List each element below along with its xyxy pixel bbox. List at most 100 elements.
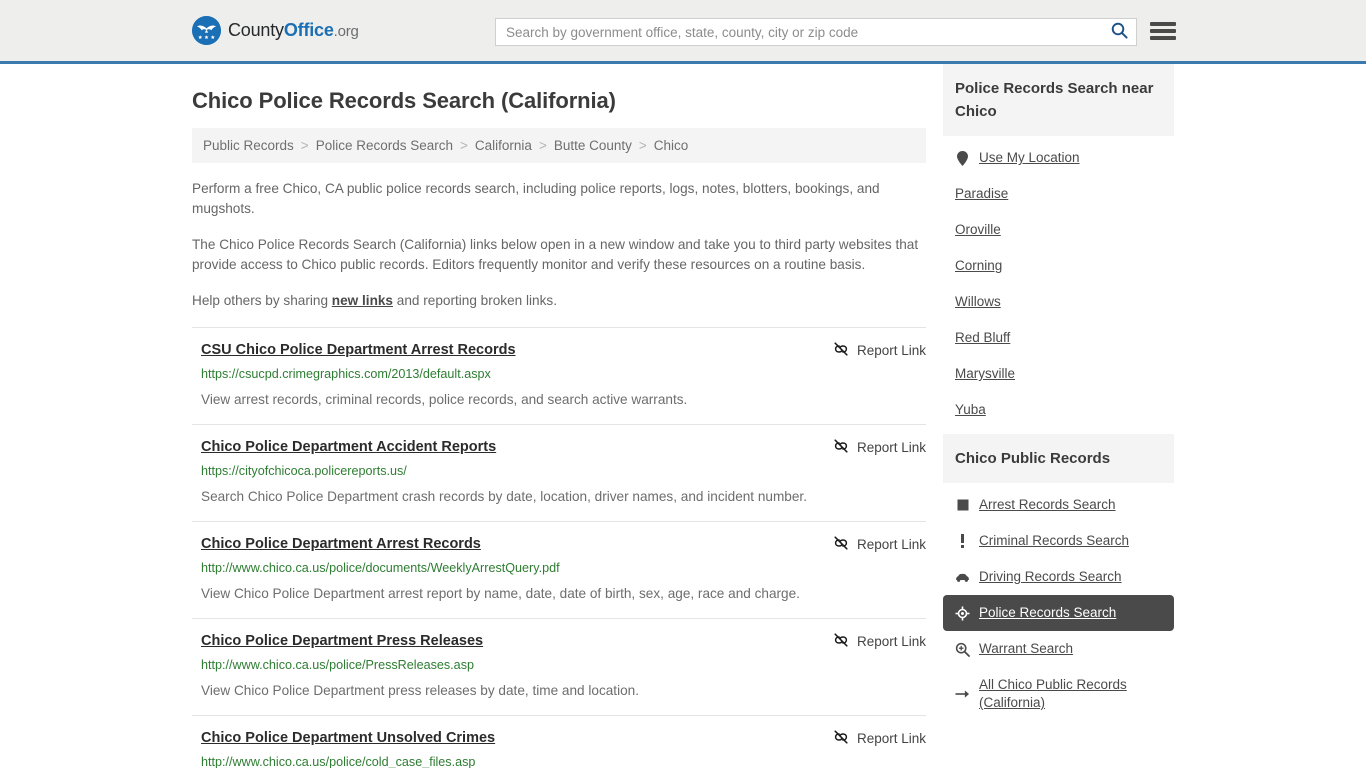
result-description: View arrest records, criminal records, p… bbox=[201, 392, 688, 407]
result-url: http://www.chico.ca.us/police/documents/… bbox=[201, 561, 560, 575]
fingerprint-square-icon bbox=[955, 499, 970, 511]
hamburger-bar bbox=[1150, 29, 1176, 33]
public-records-list: Arrest Records Search Criminal Records S… bbox=[943, 483, 1174, 721]
exclamation-icon bbox=[955, 534, 970, 548]
result-url: http://www.chico.ca.us/police/cold_case_… bbox=[201, 755, 476, 768]
police-badge-crosshair-icon bbox=[955, 606, 970, 621]
magnifier-plus-icon bbox=[955, 642, 970, 657]
breadcrumb-item-butte-county[interactable]: Butte County bbox=[554, 138, 632, 153]
result-item: Chico Police Department Arrest Records R… bbox=[192, 521, 926, 618]
result-title-link[interactable]: Chico Police Department Press Releases bbox=[201, 632, 483, 650]
breadcrumb-item-chico[interactable]: Chico bbox=[654, 138, 689, 153]
page-body: Chico Police Records Search (California)… bbox=[0, 64, 1366, 768]
sidebar-item-label: Use My Location bbox=[979, 150, 1080, 165]
hamburger-menu-icon[interactable] bbox=[1150, 20, 1176, 42]
report-link-button[interactable]: Report Link bbox=[833, 341, 926, 360]
nearby-searches-list: Use My Location Paradise Oroville Cornin… bbox=[943, 136, 1174, 428]
result-url: http://www.chico.ca.us/police/PressRelea… bbox=[201, 658, 474, 672]
search-input[interactable] bbox=[496, 19, 1102, 45]
sidebar: Police Records Search near Chico Use My … bbox=[943, 64, 1174, 727]
sidebar-item-use-my-location[interactable]: Use My Location bbox=[943, 140, 1174, 176]
result-item: Chico Police Department Accident Reports… bbox=[192, 424, 926, 521]
hamburger-bar bbox=[1150, 22, 1176, 26]
report-link-button[interactable]: Report Link bbox=[833, 438, 926, 457]
breadcrumb-separator: > bbox=[538, 138, 547, 153]
search-button[interactable] bbox=[1102, 19, 1136, 45]
logo-word-org: .org bbox=[333, 23, 359, 40]
sidebar-item-all-chico-public-records[interactable]: All Chico Public Records (California) bbox=[943, 667, 1174, 721]
page-title: Chico Police Records Search (California) bbox=[192, 88, 616, 113]
sidebar-item-willows[interactable]: Willows bbox=[943, 284, 1174, 320]
sidebar-item-police-records-search[interactable]: Police Records Search bbox=[943, 595, 1174, 631]
intro-text: Perform a free Chico, CA public police r… bbox=[192, 179, 926, 311]
sidebar-item-paradise[interactable]: Paradise bbox=[943, 176, 1174, 212]
result-title-link[interactable]: Chico Police Department Unsolved Crimes bbox=[201, 729, 495, 747]
site-logo[interactable]: CountyOffice.org bbox=[192, 16, 359, 45]
broken-link-icon bbox=[833, 341, 849, 360]
result-title-link[interactable]: CSU Chico Police Department Arrest Recor… bbox=[201, 341, 516, 359]
sidebar-item-oroville[interactable]: Oroville bbox=[943, 212, 1174, 248]
report-link-button[interactable]: Report Link bbox=[833, 632, 926, 651]
map-pin-icon bbox=[955, 150, 970, 166]
intro-paragraph-3: Help others by sharing new links and rep… bbox=[192, 291, 926, 311]
nearby-searches-header: Police Records Search near Chico bbox=[943, 64, 1174, 136]
eagle-stars-seal-icon bbox=[192, 16, 221, 45]
intro-p3-before: Help others by sharing bbox=[192, 293, 332, 308]
sidebar-item-marysville[interactable]: Marysville bbox=[943, 356, 1174, 392]
breadcrumb-item-california[interactable]: California bbox=[475, 138, 532, 153]
nearby-searches-box: Police Records Search near Chico Use My … bbox=[943, 64, 1174, 428]
report-link-label: Report Link bbox=[856, 634, 926, 649]
result-title-link[interactable]: Chico Police Department Accident Reports bbox=[201, 438, 496, 456]
report-link-button[interactable]: Report Link bbox=[833, 729, 926, 748]
report-link-button[interactable]: Report Link bbox=[833, 535, 926, 554]
sidebar-item-arrest-records-search[interactable]: Arrest Records Search bbox=[943, 487, 1174, 523]
report-link-label: Report Link bbox=[856, 343, 926, 358]
breadcrumb-separator: > bbox=[638, 138, 647, 153]
search-bar[interactable] bbox=[495, 18, 1137, 46]
sidebar-item-label: Corning bbox=[955, 258, 1003, 273]
sidebar-item-criminal-records-search[interactable]: Criminal Records Search bbox=[943, 523, 1174, 559]
intro-paragraph-2: The Chico Police Records Search (Califor… bbox=[192, 237, 919, 272]
result-description: View Chico Police Department press relea… bbox=[201, 683, 639, 698]
result-url: https://cityofchicoca.policereports.us/ bbox=[201, 464, 407, 478]
logo-word-office: Office bbox=[283, 20, 334, 40]
new-links-link[interactable]: new links bbox=[332, 293, 393, 308]
sidebar-item-label: Criminal Records Search bbox=[979, 533, 1130, 548]
public-records-box: Chico Public Records Arrest Records Sear… bbox=[943, 434, 1174, 721]
broken-link-icon bbox=[833, 729, 849, 748]
main-column: Chico Police Records Search (California)… bbox=[192, 64, 926, 768]
breadcrumb-separator: > bbox=[460, 138, 468, 153]
result-header: Chico Police Department Unsolved Crimes … bbox=[201, 729, 926, 748]
logo-wordmark: CountyOffice.org bbox=[228, 20, 359, 41]
sidebar-item-label: Red Bluff bbox=[955, 330, 1011, 345]
broken-link-icon bbox=[833, 632, 849, 651]
result-header: Chico Police Department Press Releases R… bbox=[201, 632, 926, 651]
sidebar-item-yuba[interactable]: Yuba bbox=[943, 392, 1174, 428]
result-title-link[interactable]: Chico Police Department Arrest Records bbox=[201, 535, 481, 553]
sidebar-item-label: Arrest Records Search bbox=[979, 497, 1116, 512]
sidebar-item-corning[interactable]: Corning bbox=[943, 248, 1174, 284]
sidebar-item-label: All Chico Public Records (California) bbox=[979, 677, 1127, 710]
result-description: Search Chico Police Department crash rec… bbox=[201, 489, 807, 504]
report-link-label: Report Link bbox=[856, 440, 926, 455]
sidebar-item-warrant-search[interactable]: Warrant Search bbox=[943, 631, 1174, 667]
result-item: CSU Chico Police Department Arrest Recor… bbox=[192, 327, 926, 424]
result-item: Chico Police Department Unsolved Crimes … bbox=[192, 715, 926, 768]
broken-link-icon bbox=[833, 438, 849, 457]
search-icon bbox=[1111, 22, 1128, 42]
breadcrumb: Public Records > Police Records Search >… bbox=[192, 128, 926, 163]
result-header: CSU Chico Police Department Arrest Recor… bbox=[201, 341, 926, 360]
breadcrumb-item-police-records-search[interactable]: Police Records Search bbox=[316, 138, 453, 153]
breadcrumb-item-public-records[interactable]: Public Records bbox=[203, 138, 294, 153]
sidebar-item-label: Driving Records Search bbox=[979, 569, 1122, 584]
sidebar-item-driving-records-search[interactable]: Driving Records Search bbox=[943, 559, 1174, 595]
intro-p3-after: and reporting broken links. bbox=[393, 293, 557, 308]
hamburger-bar bbox=[1150, 36, 1176, 40]
car-icon bbox=[955, 572, 970, 583]
sidebar-item-label: Marysville bbox=[955, 366, 1016, 381]
sidebar-item-red-bluff[interactable]: Red Bluff bbox=[943, 320, 1174, 356]
site-header: CountyOffice.org bbox=[0, 0, 1366, 64]
public-records-header: Chico Public Records bbox=[943, 434, 1174, 483]
sidebar-item-label: Oroville bbox=[955, 222, 1001, 237]
report-link-label: Report Link bbox=[856, 731, 926, 746]
